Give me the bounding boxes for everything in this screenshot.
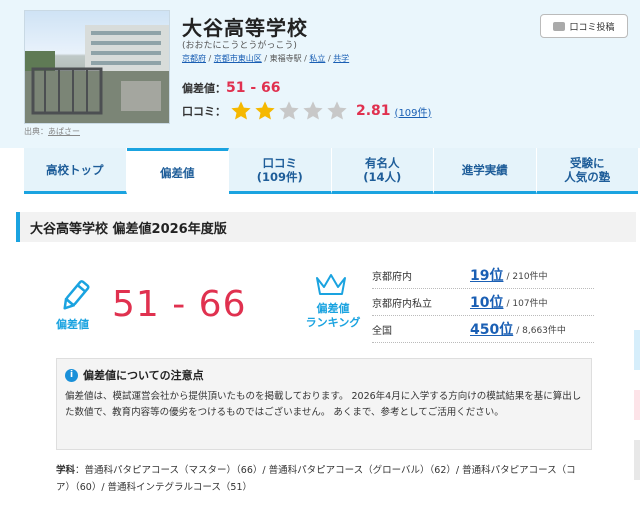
- star-filled-icon: [231, 101, 251, 120]
- pencil-icon: [63, 280, 90, 310]
- ranking-total: / 8,663件中: [516, 325, 566, 336]
- ranking-label-line1: 偏差値: [316, 302, 350, 315]
- tab-label: 偏差値: [160, 165, 195, 180]
- prefecture-link[interactable]: 京都府: [182, 54, 206, 63]
- star-filled-icon: [255, 101, 275, 120]
- photo-credit-label: 出典：: [24, 127, 48, 136]
- ranking-total: / 107件中: [506, 298, 548, 309]
- course-text: 普通科パタピアコース（マスター）（66）/ 普通科パタピアコース（グローバル）（…: [56, 465, 576, 493]
- tab-reviews[interactable]: 口コミ (109件): [229, 148, 332, 194]
- tab-label: 口コミ: [262, 155, 298, 170]
- school-type-link[interactable]: 私立: [309, 54, 325, 63]
- tab-label: 高校トップ: [46, 162, 104, 177]
- ranking-link[interactable]: 19位: [470, 265, 503, 285]
- ranking-total: / 210件中: [506, 271, 548, 282]
- tab-celebrities[interactable]: 有名人 (14人): [331, 148, 434, 194]
- notice-body: 偏差値は、模試運営会社から提供頂いたものを掲載しております。 2026年4月に入…: [65, 391, 582, 418]
- ranking-link[interactable]: 450位: [470, 319, 513, 339]
- deviation-label: 偏差値: [56, 318, 89, 331]
- ranking-row-national: 全国 450位 / 8,663件中: [372, 316, 594, 343]
- tab-label: 有名人: [364, 155, 400, 170]
- header-deviation-value: 51 - 66: [226, 80, 281, 96]
- course-colon: ：: [75, 465, 85, 476]
- photo-credit: 出典：あぱさー: [24, 126, 80, 137]
- rating-value: 2.81: [356, 103, 391, 119]
- school-location: 京都府 / 京都市東山区 / 東福寺駅 / 私立 / 共学: [182, 53, 349, 64]
- header-review: 口コミ： 2.81 (109件): [182, 100, 431, 122]
- tab-deviation[interactable]: 偏差値: [126, 148, 229, 194]
- rating-stars: [230, 100, 350, 122]
- section-title: 大谷高等学校 偏差値2026年度版: [16, 212, 636, 242]
- ranking-row-prefecture-private: 京都府内私立 10位 / 107件中: [372, 289, 594, 316]
- header-deviation-label: 偏差値：: [182, 82, 226, 95]
- tab-cram-schools[interactable]: 受験に 人気の塾: [536, 148, 638, 194]
- photo-credit-link[interactable]: あぱさー: [48, 127, 80, 136]
- gender-link[interactable]: 共学: [333, 54, 349, 63]
- tab-count: (109件): [256, 169, 303, 184]
- school-photo-illustration: [25, 25, 169, 123]
- notice-title: i 偏差値についての注意点: [65, 367, 204, 383]
- ranking-label: 偏差値 ランキング: [300, 302, 366, 330]
- location-separator: /: [327, 54, 331, 63]
- ranking-label-line2: ランキング: [305, 316, 361, 329]
- city-link[interactable]: 京都市東山区: [214, 54, 262, 63]
- header-review-label: 口コミ：: [182, 105, 226, 118]
- post-review-button[interactable]: 口コミ投稿: [540, 14, 628, 38]
- crown-icon: [316, 274, 346, 295]
- post-review-label: 口コミ投稿: [569, 22, 615, 33]
- star-empty-icon: [279, 101, 299, 120]
- school-name: 大谷高等学校: [182, 16, 308, 40]
- comment-icon: [553, 21, 566, 31]
- edge-decoration: [634, 330, 640, 480]
- location-separator: /: [304, 54, 307, 63]
- course-label: 学科: [56, 465, 76, 476]
- deviation-value: 51 - 66: [112, 284, 247, 325]
- location-separator: /: [264, 54, 268, 63]
- course-list: 学科：普通科パタピアコース（マスター）（66）/ 普通科パタピアコース（グローバ…: [56, 462, 586, 496]
- tab-top[interactable]: 高校トップ: [24, 148, 127, 194]
- tab-label: 受験に: [570, 155, 605, 170]
- deviation-notice: i 偏差値についての注意点 偏差値は、模試運営会社から提供頂いたものを掲載してお…: [56, 358, 592, 450]
- ranking-name: 全国: [372, 325, 392, 337]
- ranking-name: 京都府内: [372, 271, 412, 283]
- ranking-row-prefecture: 京都府内 19位 / 210件中: [372, 262, 594, 289]
- tab-count: (14人): [363, 169, 402, 184]
- school-kana: (おおたにこうとうがっこう): [182, 41, 297, 51]
- star-empty-icon: [327, 101, 347, 120]
- ranking-link[interactable]: 10位: [470, 292, 503, 312]
- tab-label: 進学実績: [461, 162, 508, 177]
- info-icon: i: [65, 368, 78, 382]
- school-tabs: 高校トップ 偏差値 口コミ (109件) 有名人 (14人) 進学実績 受験に 人気の…: [24, 148, 638, 194]
- notice-title-text: 偏差値についての注意点: [83, 369, 204, 382]
- star-empty-icon: [303, 101, 323, 120]
- tab-results[interactable]: 進学実績: [434, 148, 537, 194]
- station-text: 東福寺駅: [269, 54, 302, 63]
- tab-label-2: 人気の塾: [564, 169, 611, 184]
- school-header: 出典：あぱさー 大谷高等学校 (おおたにこうとうがっこう) 京都府 / 京都市東…: [0, 0, 640, 148]
- review-count-link[interactable]: (109件): [395, 104, 432, 119]
- school-photo[interactable]: [24, 10, 170, 124]
- ranking-name: 京都府内私立: [372, 298, 432, 310]
- ranking-table: 京都府内 19位 / 210件中 京都府内私立 10位 / 107件中 全国 4…: [372, 262, 594, 343]
- location-separator: /: [208, 54, 212, 63]
- header-deviation: 偏差値：51 - 66: [182, 80, 281, 96]
